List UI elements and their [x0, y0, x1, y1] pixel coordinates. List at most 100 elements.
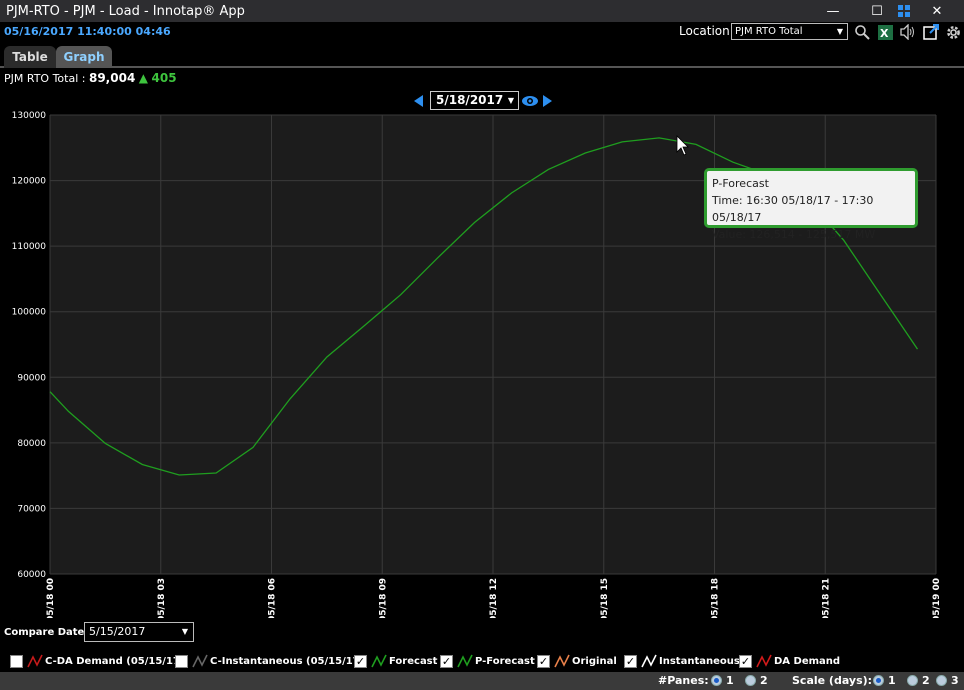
legend-item[interactable]: ✓ Original [537, 652, 617, 670]
eye-button[interactable] [521, 94, 539, 108]
radio-icon [711, 675, 722, 686]
x-tick-label: 05/18 06 [268, 578, 278, 618]
checkbox-checked-icon[interactable]: ✓ [354, 654, 367, 668]
chevron-down-icon: ▼ [181, 627, 188, 636]
radio-icon [907, 675, 918, 686]
legend-item[interactable]: ✓ Instantaneous [624, 652, 740, 670]
compare-date-label: Compare Date: [4, 627, 89, 638]
summary: PJM RTO Total : 89,004 ▲ 405 [4, 71, 177, 85]
legend-item[interactable]: C-Instantaneous (05/15/17) [175, 652, 364, 670]
minimize-button[interactable]: — [820, 0, 846, 22]
search-button[interactable] [853, 23, 871, 41]
next-date-button[interactable] [542, 94, 554, 108]
y-tick-label: 90000 [17, 373, 46, 383]
legend-label: Forecast [389, 655, 438, 667]
legend-item[interactable]: ✓ Forecast [354, 652, 437, 670]
panes-label: #Panes: [658, 674, 709, 687]
scale-option-2[interactable]: 2 [907, 674, 930, 687]
compare-date-select[interactable]: 5/15/2017 ▼ [84, 622, 194, 642]
legend-label: Original [572, 655, 617, 667]
checkbox-checked-icon[interactable]: ✓ [624, 654, 637, 668]
date-value: 5/18/2017 [436, 93, 504, 107]
legend-swatch-icon [554, 654, 570, 668]
y-tick-label: 130000 [12, 111, 47, 121]
checkbox-icon[interactable] [175, 654, 188, 668]
location-label: Location: [679, 24, 734, 38]
title-bar: PJM-RTO - PJM - Load - Innotap® App — ☐ … [0, 0, 964, 22]
checkbox-icon[interactable] [10, 654, 23, 668]
tooltip-time: Time: 16:30 05/18/17 - 17:30 05/18/17 [712, 194, 874, 224]
close-button[interactable]: ✕ [924, 0, 950, 22]
scale-label: Scale (days): [792, 674, 873, 687]
summary-change: 405 [151, 71, 177, 85]
legend-label: C-Instantaneous (05/15/17) [210, 655, 365, 667]
toolbar: 05/16/2017 11:40:00 04:46 Location: PJM … [0, 22, 964, 42]
tile-button[interactable] [891, 0, 917, 22]
legend-label: P-Forecast [475, 655, 535, 667]
excel-icon: X [877, 24, 893, 40]
legend-item[interactable]: ✓ DA Demand [739, 652, 840, 670]
x-tick-label: 05/18 00 [46, 578, 56, 618]
prev-date-button[interactable] [412, 94, 424, 108]
app-window: PJM-RTO - PJM - Load - Innotap® App — ☐ … [0, 0, 964, 690]
panes-option-label: 2 [760, 674, 768, 687]
checkbox-checked-icon[interactable]: ✓ [537, 654, 550, 668]
compare-date-row: Compare Date: 5/15/2017 ▼ [0, 620, 964, 646]
chevron-down-icon: ▼ [836, 27, 843, 36]
gear-icon [946, 25, 960, 39]
location-select[interactable]: PJM RTO Total ▼ [731, 23, 848, 40]
chevron-down-icon: ▼ [507, 96, 514, 105]
legend-item[interactable]: ✓ P-Forecast [440, 652, 535, 670]
x-tick-label: 05/18 03 [157, 578, 167, 618]
checkbox-checked-icon[interactable]: ✓ [739, 654, 752, 668]
scale-option-label: 1 [888, 674, 896, 687]
location-value: PJM RTO Total [735, 26, 803, 37]
panes-option-2[interactable]: 2 [745, 674, 768, 687]
legend-swatch-icon [27, 654, 43, 668]
timestamp: 05/16/2017 11:40:00 04:46 [4, 25, 171, 38]
y-tick-label: 60000 [17, 570, 46, 580]
sound-button[interactable] [899, 23, 917, 41]
external-link-icon [923, 24, 939, 40]
chart-legend: C-DA Demand (05/15/17) C-Instantaneous (0… [0, 650, 964, 672]
tooltip-title: P-Forecast [712, 177, 769, 190]
status-bar: #Panes: 1 2 Scale (days): 1 2 3 [0, 672, 964, 690]
popout-button[interactable] [922, 23, 940, 41]
window-title: PJM-RTO - PJM - Load - Innotap® App [6, 3, 245, 19]
legend-swatch-icon [457, 654, 473, 668]
maximize-button[interactable]: ☐ [864, 0, 890, 22]
checkbox-checked-icon[interactable]: ✓ [440, 654, 453, 668]
legend-label: Instantaneous [659, 655, 740, 667]
up-arrow-icon: ▲ [138, 71, 149, 85]
y-tick-label: 100000 [12, 308, 47, 318]
radio-icon [936, 675, 947, 686]
summary-value: 89,004 [88, 71, 136, 85]
grid-icon [897, 4, 910, 17]
excel-export-button[interactable]: X [876, 23, 894, 41]
panes-option-1[interactable]: 1 [711, 674, 734, 687]
scale-option-3[interactable]: 3 [936, 674, 959, 687]
search-icon [855, 25, 870, 40]
legend-item[interactable]: C-DA Demand (05/15/17) [10, 652, 184, 670]
y-tick-label: 70000 [17, 504, 46, 514]
x-tick-label: 05/19 00 [932, 578, 942, 618]
tab-table[interactable]: Table [4, 46, 56, 68]
scale-option-label: 2 [922, 674, 930, 687]
legend-label: C-DA Demand (05/15/17) [45, 655, 185, 667]
scale-option-label: 3 [951, 674, 959, 687]
legend-swatch-icon [641, 654, 657, 668]
panes-option-label: 1 [726, 674, 734, 687]
summary-label: PJM RTO Total : [4, 72, 89, 85]
settings-button[interactable] [944, 23, 962, 41]
y-tick-label: 80000 [17, 439, 46, 449]
x-tick-label: 05/18 12 [489, 578, 499, 618]
x-tick-label: 05/18 09 [378, 578, 388, 618]
radio-icon [873, 675, 884, 686]
tooltip-value: Value: 126,514 - 125,517 MW [712, 228, 876, 241]
tab-strip: Table Graph [0, 42, 964, 68]
tab-graph[interactable]: Graph [56, 46, 112, 68]
speaker-icon [900, 24, 914, 40]
scale-option-1[interactable]: 1 [873, 674, 896, 687]
chart-tooltip: P-Forecast Time: 16:30 05/18/17 - 17:30 … [704, 168, 918, 241]
compare-date-value: 5/15/2017 [89, 625, 146, 638]
